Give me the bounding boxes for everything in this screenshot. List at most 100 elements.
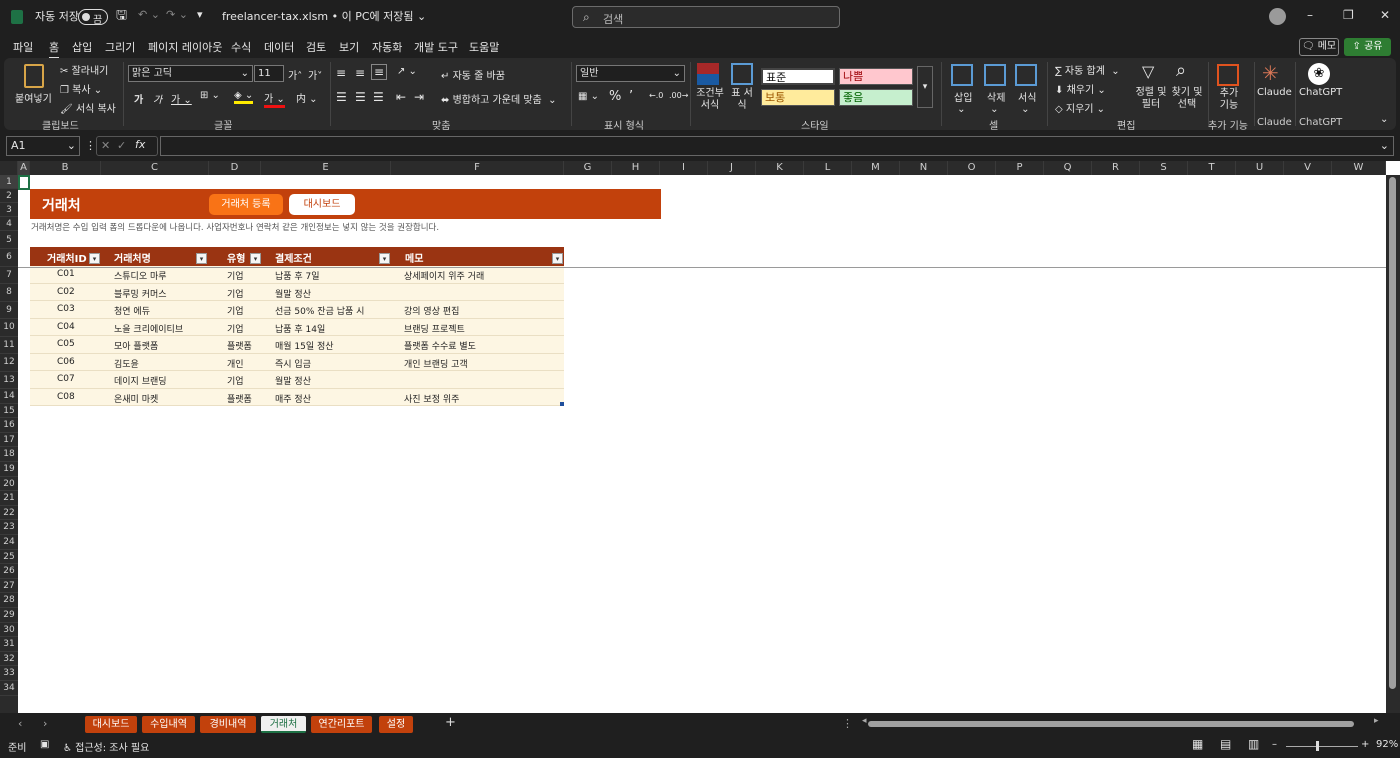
borders-icon[interactable]: ⊞ ⌄ bbox=[200, 90, 220, 101]
menu-review[interactable]: 검토 bbox=[306, 39, 326, 55]
table-resize-handle[interactable] bbox=[560, 402, 564, 406]
client-id-cell[interactable]: C04 bbox=[57, 322, 75, 332]
row-header[interactable]: 21 bbox=[0, 491, 18, 506]
filter-dropdown-icon[interactable]: ▾ bbox=[89, 253, 100, 264]
col-header[interactable]: Q bbox=[1044, 161, 1092, 175]
format-cells-button[interactable]: 서식 ⌄ bbox=[1018, 89, 1036, 115]
paste-icon[interactable] bbox=[24, 64, 44, 88]
client-name-cell[interactable]: 김도윤 bbox=[114, 357, 139, 370]
payment-terms-cell[interactable]: 월말 정산 bbox=[275, 374, 311, 387]
menu-insert[interactable]: 삽입 bbox=[72, 39, 92, 55]
align-center-icon[interactable]: ☰ bbox=[355, 90, 366, 104]
file-title[interactable]: freelancer-tax.xlsm • 이 PC에 저장됨 ⌄ bbox=[222, 8, 426, 24]
expand-formula-icon[interactable]: ⌄ bbox=[1380, 139, 1389, 152]
formula-input[interactable]: ⌄ bbox=[160, 136, 1394, 156]
accessibility-status[interactable]: ♿ 접근성: 조사 필요 bbox=[63, 739, 149, 754]
row-header[interactable]: 19 bbox=[0, 462, 18, 477]
payment-terms-cell[interactable]: 납품 후 14일 bbox=[275, 322, 325, 335]
col-header[interactable]: F bbox=[391, 161, 564, 175]
addins-button[interactable]: 추가 기능 bbox=[1216, 88, 1242, 112]
phonetic-icon[interactable]: 内 ⌄ bbox=[296, 90, 318, 105]
vertical-scroll-thumb[interactable] bbox=[1389, 177, 1396, 689]
row-header[interactable]: 12 bbox=[0, 354, 18, 372]
row-header[interactable]: 15 bbox=[0, 404, 18, 419]
formula-bar-more-icon[interactable]: ⋮ bbox=[85, 139, 96, 152]
table-row[interactable]: C01 스튜디오 마루 기업 납품 후 7일 상세페이지 위주 거래 bbox=[30, 266, 564, 284]
align-left-icon[interactable]: ☰ bbox=[336, 90, 347, 104]
filter-dropdown-icon[interactable]: ▾ bbox=[196, 253, 207, 264]
autosave-toggle[interactable]: 끔 bbox=[78, 9, 108, 26]
payment-terms-cell[interactable]: 선금 50% 잔금 납품 시 bbox=[275, 304, 364, 317]
col-header[interactable]: S bbox=[1140, 161, 1188, 175]
active-cell-a1[interactable] bbox=[18, 175, 30, 190]
delete-cells-icon[interactable] bbox=[984, 64, 1006, 86]
row-header[interactable]: 1 bbox=[0, 175, 18, 189]
vertical-scrollbar[interactable] bbox=[1386, 175, 1400, 713]
row-header[interactable]: 6 bbox=[0, 249, 18, 267]
col-header[interactable]: H bbox=[612, 161, 660, 175]
col-header[interactable]: L bbox=[804, 161, 852, 175]
table-row[interactable]: C05 모아 플랫폼 플랫폼 매월 15일 정산 플랫폼 수수료 별도 bbox=[30, 336, 564, 354]
percent-icon[interactable]: % bbox=[609, 89, 621, 104]
row-header[interactable]: 8 bbox=[0, 284, 18, 302]
row-header[interactable]: 24 bbox=[0, 535, 18, 550]
find-select-button[interactable]: 찾기 및 선택 bbox=[1169, 87, 1205, 111]
menu-view[interactable]: 보기 bbox=[339, 39, 359, 55]
client-id-cell[interactable]: C07 bbox=[57, 374, 75, 384]
row-header[interactable]: 10 bbox=[0, 319, 18, 337]
cut-button[interactable]: ✂ 잘라내기 bbox=[60, 62, 108, 77]
share-button[interactable]: ⇪ 공유 bbox=[1344, 38, 1391, 56]
memo-cell[interactable]: 사진 보정 위주 bbox=[404, 392, 459, 405]
zoom-level[interactable]: 92% bbox=[1376, 739, 1398, 750]
insert-cells-icon[interactable] bbox=[951, 64, 973, 86]
memo-cell[interactable]: 상세페이지 위주 거래 bbox=[404, 269, 484, 282]
row-header[interactable]: 26 bbox=[0, 564, 18, 579]
payment-terms-cell[interactable]: 즉시 입금 bbox=[275, 357, 311, 370]
col-header[interactable]: U bbox=[1236, 161, 1284, 175]
col-header[interactable]: W bbox=[1332, 161, 1386, 175]
underline-icon[interactable]: 가 ⌄ bbox=[171, 91, 192, 106]
italic-icon[interactable]: 가 bbox=[153, 91, 162, 106]
minimize-icon[interactable]: – bbox=[1307, 8, 1313, 22]
format-cells-icon[interactable] bbox=[1015, 64, 1037, 86]
close-icon[interactable]: ✕ bbox=[1380, 8, 1390, 22]
insert-function-icon[interactable]: fx bbox=[135, 138, 145, 151]
col-header[interactable]: O bbox=[948, 161, 996, 175]
sort-filter-button[interactable]: 정렬 및 필터 bbox=[1134, 87, 1168, 111]
comments-button[interactable]: 🗨 메모 bbox=[1299, 38, 1339, 56]
comma-icon[interactable]: ’ bbox=[629, 89, 633, 104]
menu-developer[interactable]: 개발 도구 bbox=[414, 39, 458, 55]
sheet-tab-clients[interactable]: 거래처 bbox=[261, 716, 306, 733]
row-header[interactable]: 17 bbox=[0, 433, 18, 448]
scroll-left-icon[interactable]: ◂ bbox=[862, 716, 867, 726]
styles-more-icon[interactable]: ▾ bbox=[917, 66, 933, 108]
next-sheet-icon[interactable]: › bbox=[43, 717, 47, 730]
format-painter-button[interactable]: 🖌 서식 복사 bbox=[60, 100, 116, 115]
type-cell[interactable]: 플랫폼 bbox=[227, 392, 252, 405]
row-header[interactable]: 27 bbox=[0, 579, 18, 594]
memo-cell[interactable]: 강의 영상 편집 bbox=[404, 304, 459, 317]
row-header[interactable]: 14 bbox=[0, 389, 18, 404]
row-header[interactable]: 5 bbox=[0, 231, 18, 249]
row-header[interactable]: 33 bbox=[0, 666, 18, 681]
row-header[interactable]: 13 bbox=[0, 372, 18, 389]
type-cell[interactable]: 기업 bbox=[227, 322, 244, 335]
client-id-cell[interactable]: C02 bbox=[57, 287, 75, 297]
row-header[interactable]: 3 bbox=[0, 203, 18, 217]
row-header[interactable]: 2 bbox=[0, 189, 18, 203]
col-header[interactable]: P bbox=[996, 161, 1044, 175]
increase-decimal-icon[interactable]: ←.0 bbox=[649, 91, 663, 100]
register-client-button[interactable]: 거래처 등록 bbox=[209, 194, 283, 215]
row-header[interactable]: 28 bbox=[0, 593, 18, 608]
sheet-tab-annual-report[interactable]: 연간리포트 bbox=[311, 716, 372, 733]
sheet-tab-expense[interactable]: 경비내역 bbox=[200, 716, 256, 733]
sheet-tab-income[interactable]: 수입내역 bbox=[142, 716, 195, 733]
col-header[interactable]: I bbox=[660, 161, 708, 175]
col-header[interactable]: D bbox=[209, 161, 261, 175]
fill-color-icon[interactable]: ◈ ⌄ bbox=[234, 90, 254, 104]
font-size-select[interactable]: 11 bbox=[254, 65, 284, 82]
dashboard-button[interactable]: 대시보드 bbox=[289, 194, 355, 215]
claude-icon[interactable]: ✳ bbox=[1262, 61, 1279, 85]
addins-icon[interactable] bbox=[1217, 64, 1239, 86]
conditional-format-icon[interactable] bbox=[697, 63, 719, 85]
